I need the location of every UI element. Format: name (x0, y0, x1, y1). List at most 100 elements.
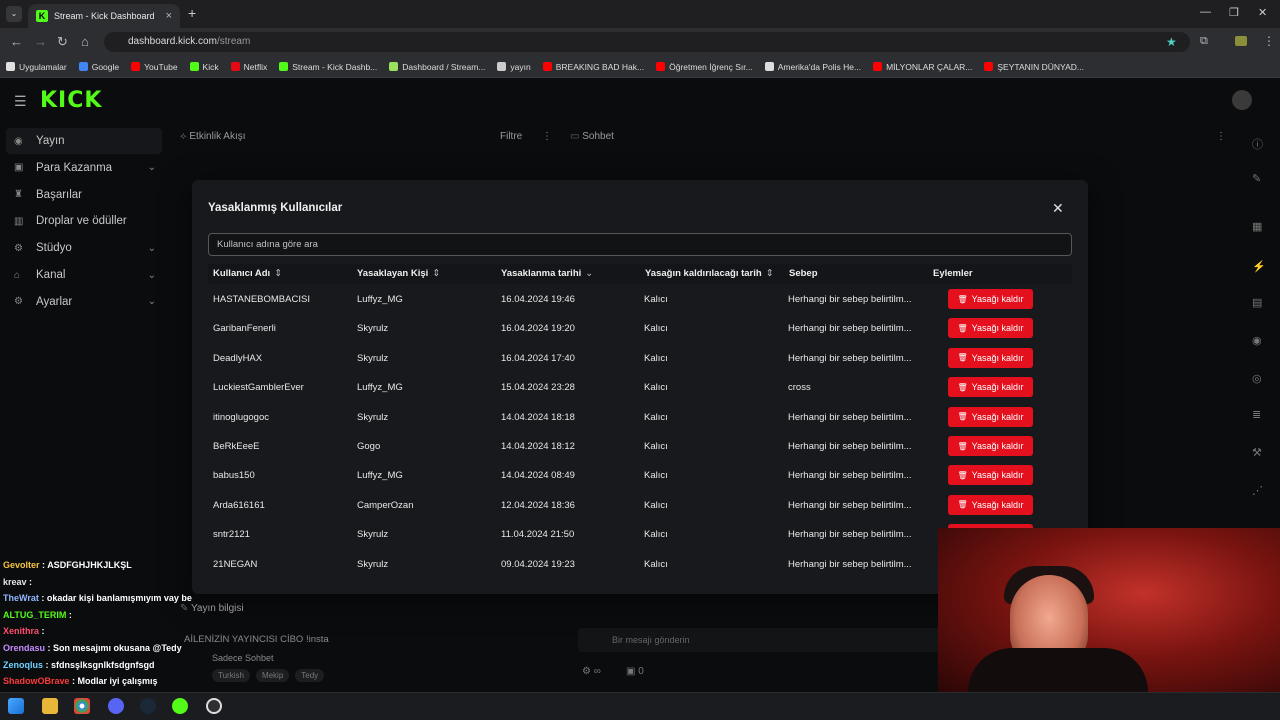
sidebar-item[interactable]: ⌂ Kanal ⌄ (6, 262, 162, 288)
bookmark-item[interactable]: BREAKING BAD Hak... (542, 62, 644, 72)
sidebar-item[interactable]: ⚙ Stüdyo ⌄ (6, 235, 162, 261)
search-input[interactable] (208, 233, 1072, 256)
layout-icon[interactable]: ▦ (1252, 220, 1262, 233)
new-tab-button[interactable]: + (188, 5, 196, 21)
back-icon[interactable]: ← (10, 34, 23, 49)
home-icon[interactable]: ⌂ (81, 34, 89, 49)
cell-reason: Herhangi bir sebep belirtilm... (788, 352, 912, 364)
extensions-icon[interactable]: ⧉ (1200, 35, 1208, 48)
tab-title: Stream - Kick Dashboard (54, 11, 155, 21)
chat-options-icon[interactable]: ⚙ ∞ (582, 666, 601, 677)
obs-icon[interactable] (206, 698, 222, 714)
address-bar[interactable]: dashboard.kick.com/stream (104, 32, 1190, 52)
browser-menu-icon[interactable]: ⋮ (1263, 34, 1275, 48)
share-icon[interactable]: ⋰ (1252, 484, 1263, 497)
bookmark-star-icon[interactable]: ★ (1166, 35, 1177, 49)
cell-date: 11.04.2024 21:50 (501, 529, 575, 541)
sidebar-item[interactable]: ♜ Başarılar (6, 182, 162, 208)
table-row: itinoglugogoc Skyrulz 14.04.2024 18:18 Kalı… (208, 404, 1072, 433)
tab-search-button[interactable]: ⌄ (6, 6, 22, 22)
channel-icon: ⌂ (14, 269, 21, 281)
bookmark-favicon-icon (230, 62, 240, 71)
chat-text: ASDFGHJHKJLKŞL (47, 560, 132, 570)
tab-kick-dashboard[interactable]: K Stream - Kick Dashboard × (28, 4, 180, 28)
unban-button[interactable]: 🗑Yasağı kaldır (948, 406, 1033, 427)
bookmark-item[interactable]: Google (78, 62, 119, 72)
bookmark-item[interactable]: Netflix (230, 62, 267, 72)
stream-tag[interactable]: Tedy (295, 669, 325, 682)
profile-avatar[interactable] (1235, 36, 1247, 46)
windows-start-icon[interactable] (8, 698, 24, 714)
file-explorer-icon[interactable] (42, 698, 58, 714)
unban-button[interactable]: 🗑Yasağı kaldır (948, 436, 1033, 456)
unban-button[interactable]: 🗑Yasağı kaldır (948, 494, 1033, 515)
edit-icon[interactable]: ✎ (1252, 172, 1261, 185)
bookmark-item[interactable]: Öğretmen İğrenç Sır... (656, 62, 753, 72)
discord-icon[interactable] (108, 698, 124, 714)
header-banned-by[interactable]: Yasaklayan Kişi ⇕ (357, 268, 440, 279)
bookmark-item[interactable]: MİLYONLAR ÇALAR... (873, 62, 972, 72)
bookmark-label: Kick (202, 61, 219, 72)
bookmark-item[interactable]: Kick (189, 61, 219, 72)
unban-button[interactable]: 🗑Yasağı kaldır (948, 377, 1033, 398)
bookmark-item[interactable]: Uygulamalar (6, 62, 67, 72)
menu-icon[interactable]: ☰ (14, 93, 27, 110)
unban-button[interactable]: 🗑Yasağı kaldır (948, 347, 1033, 368)
sidebar-item[interactable]: ⚙ Ayarlar ⌄ (6, 289, 162, 315)
unban-button[interactable]: 🗑Yasağı kaldır (948, 465, 1033, 486)
sidebar-item[interactable]: ▥ Droplar ve ödüller (6, 208, 162, 234)
sidebar-item[interactable]: ◉ Yayın (6, 128, 162, 154)
tab-close-icon[interactable]: × (166, 10, 172, 22)
steam-icon[interactable] (140, 698, 156, 714)
cell-until: Kalıcı (644, 323, 668, 335)
header-ban-date[interactable]: Yasaklanma tarihi ⌄ (501, 268, 593, 279)
sidebar-item[interactable]: ▣ Para Kazanma ⌄ (6, 155, 162, 181)
bookmark-item[interactable]: Amerika'da Polis He... (764, 62, 861, 72)
chevron-down-icon: ⌄ (147, 162, 156, 174)
cell-date: 14.04.2024 18:12 (501, 441, 575, 452)
cell-until: Kalıcı (644, 470, 668, 482)
doc-icon[interactable]: ▤ (1252, 296, 1262, 309)
restore-icon[interactable]: ❐ (1229, 6, 1239, 19)
unban-button[interactable]: 🗑Yasağı kaldır (948, 289, 1033, 309)
bookmark-item[interactable]: Stream - Kick Dashb... (279, 62, 377, 72)
user-avatar[interactable] (1232, 90, 1252, 110)
forward-icon[interactable]: → (34, 34, 47, 49)
bolt-icon[interactable]: ⚡ (1252, 260, 1266, 273)
chat-more-icon[interactable]: ⋮ (1216, 131, 1226, 142)
trophy-icon: ♜ (14, 189, 23, 201)
header-unban-date[interactable]: Yasağın kaldırılacağı tarih ⇕ (645, 268, 774, 279)
window-close-icon[interactable]: ✕ (1258, 6, 1267, 19)
chat-message: Zenoqlus : sfdnsşlksgnlkfsdgnfsgd (3, 659, 155, 670)
info-icon[interactable]: ⓘ (1252, 136, 1263, 152)
close-icon[interactable]: ✕ (1052, 200, 1064, 217)
chat-bubble-icon[interactable]: ◉ (1252, 334, 1262, 347)
kick-app-icon[interactable] (172, 698, 188, 714)
wrench-icon[interactable]: ⚒ (1252, 446, 1262, 459)
activity-more-icon[interactable]: ⋮ (542, 131, 552, 142)
bookmark-item[interactable]: Dashboard / Stream... (389, 62, 485, 72)
chrome-icon[interactable] (74, 698, 90, 714)
stream-tag[interactable]: Mekip (255, 669, 290, 682)
kick-header (0, 79, 1280, 123)
cell-user: HASTANEBOMBACISI (213, 294, 310, 305)
sidebar-item-label: Başarılar (36, 188, 83, 201)
broadcast-signal-icon[interactable]: ◎ (1252, 372, 1262, 385)
kick-logo[interactable]: KICK (40, 88, 102, 113)
bookmark-item[interactable]: YouTube (131, 62, 178, 72)
bookmark-item[interactable]: ŞEYTANIN DÜNYAD... (984, 62, 1084, 72)
cell-user: Arda616161 (213, 499, 265, 511)
header-username[interactable]: Kullanıcı Adı ⇕ (213, 268, 282, 279)
bookmark-item[interactable]: yayın (497, 62, 531, 72)
cell-date: 09.04.2024 19:23 (501, 558, 575, 570)
activity-filter-button[interactable]: Filtre (500, 131, 522, 142)
sidebar-item-label: Ayarlar (36, 295, 73, 308)
minimize-icon[interactable]: — (1200, 6, 1211, 18)
unban-button[interactable]: 🗑Yasağı kaldır (948, 318, 1033, 339)
reload-icon[interactable]: ↻ (57, 34, 68, 50)
stack-icon[interactable]: ≣ (1252, 408, 1261, 421)
cell-user: GaribanFenerli (213, 323, 276, 335)
gift-icon: ▥ (14, 215, 24, 227)
bookmark-favicon-icon (389, 62, 399, 71)
table-row: Arda616161 CamperOzan 12.04.2024 18:36 Kalı… (208, 492, 1072, 521)
